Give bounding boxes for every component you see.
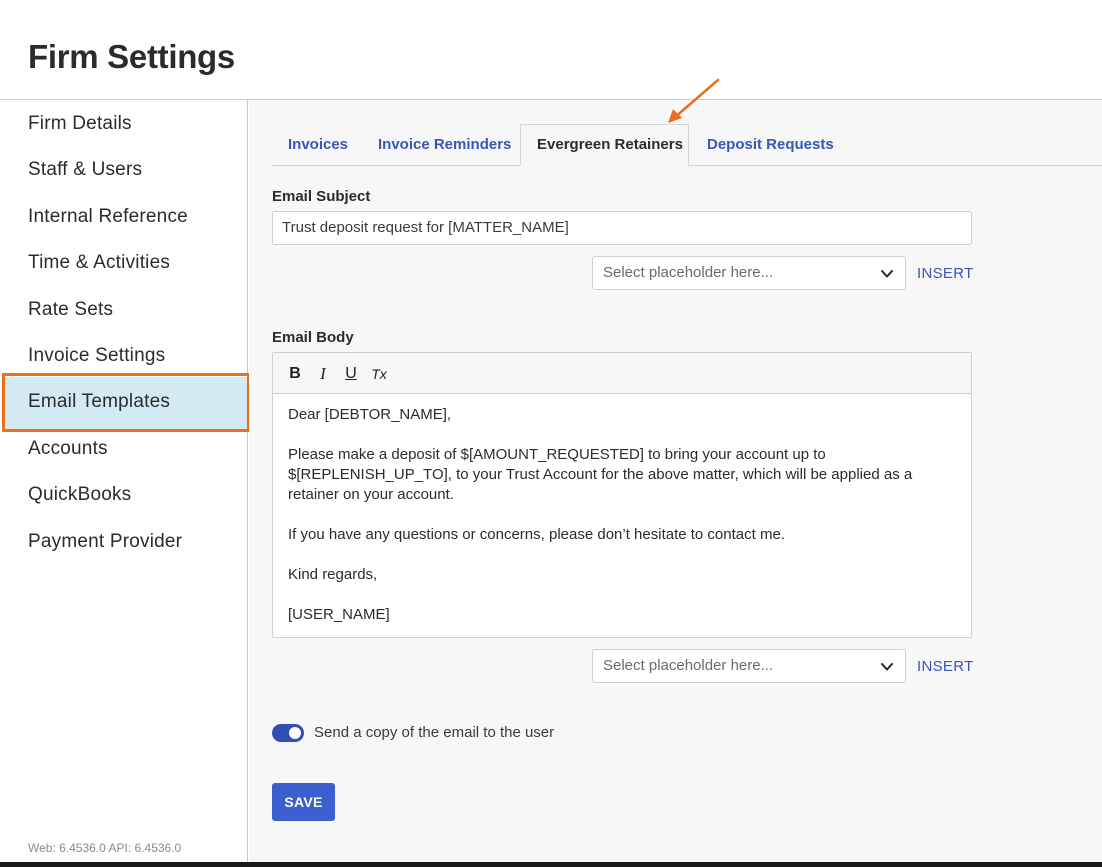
email-subject-input[interactable]: Trust deposit request for [MATTER_NAME] [272,211,972,245]
subject-placeholder-select-text: Select placeholder here... [603,264,774,281]
email-body-content[interactable]: Dear [DEBTOR_NAME], Please make a deposi… [288,405,963,645]
body-insert-button[interactable]: INSERT [917,658,974,675]
tab-invoices[interactable]: Invoices [272,124,364,166]
tab-deposit-requests[interactable]: Deposit Requests [691,124,850,166]
email-subject-label: Email Subject [272,188,371,205]
clear-format-icon[interactable]: Tx [369,363,389,385]
sidebar-item-time-activities[interactable]: Time & Activities [0,243,247,283]
body-paragraph: If you have any questions or concerns, p… [288,526,785,543]
italic-icon[interactable]: I [313,363,333,385]
version-info: Web: 6.4536.0 API: 6.4536.0 [28,841,182,855]
body-placeholder-select-text: Select placeholder here... [603,657,774,674]
body-paragraph: [USER_NAME] [288,606,390,623]
email-body-editor[interactable]: B I U Tx Dear [DEBTOR_NAME], Please make… [272,352,972,638]
sidebar-item-internal-reference[interactable]: Internal Reference [0,197,247,237]
save-button[interactable]: SAVE [272,783,335,821]
sidebar-item-email-templates[interactable]: Email Templates [4,377,247,429]
body-paragraph: Please make a deposit of $[AMOUNT_REQUES… [288,446,913,503]
sidebar-item-firm-details[interactable]: Firm Details [0,104,247,144]
sidebar-item-rate-sets[interactable]: Rate Sets [0,290,247,330]
sidebar-item-payment-provider[interactable]: Payment Provider [0,522,247,562]
subject-placeholder-select[interactable]: Select placeholder here... [592,256,906,290]
sidebar-item-quickbooks[interactable]: QuickBooks [0,475,247,515]
underline-icon[interactable]: U [341,363,361,385]
body-placeholder-select[interactable]: Select placeholder here... [592,649,906,683]
subject-insert-button[interactable]: INSERT [917,265,974,282]
email-body-label: Email Body [272,329,354,346]
chevron-down-icon [881,663,893,671]
editor-toolbar: B I U Tx [273,353,971,394]
sidebar-item-staff-users[interactable]: Staff & Users [0,150,247,190]
page-title: Firm Settings [28,38,235,75]
sidebar-item-accounts[interactable]: Accounts [0,429,247,469]
tab-invoice-reminders[interactable]: Invoice Reminders [362,124,527,166]
send-copy-label: Send a copy of the email to the user [314,724,555,741]
sidebar-item-invoice-settings[interactable]: Invoice Settings [0,336,247,376]
body-paragraph: Kind regards, [288,566,378,583]
toggle-knob [289,727,301,739]
annotation-arrow-icon [668,78,720,123]
chevron-down-icon [881,270,893,278]
send-copy-toggle[interactable] [272,724,304,742]
window-bottom-edge [0,862,1102,867]
body-paragraph: Dear [DEBTOR_NAME], [288,406,452,423]
tab-evergreen-retainers[interactable]: Evergreen Retainers [520,124,689,166]
bold-icon[interactable]: B [285,363,305,385]
